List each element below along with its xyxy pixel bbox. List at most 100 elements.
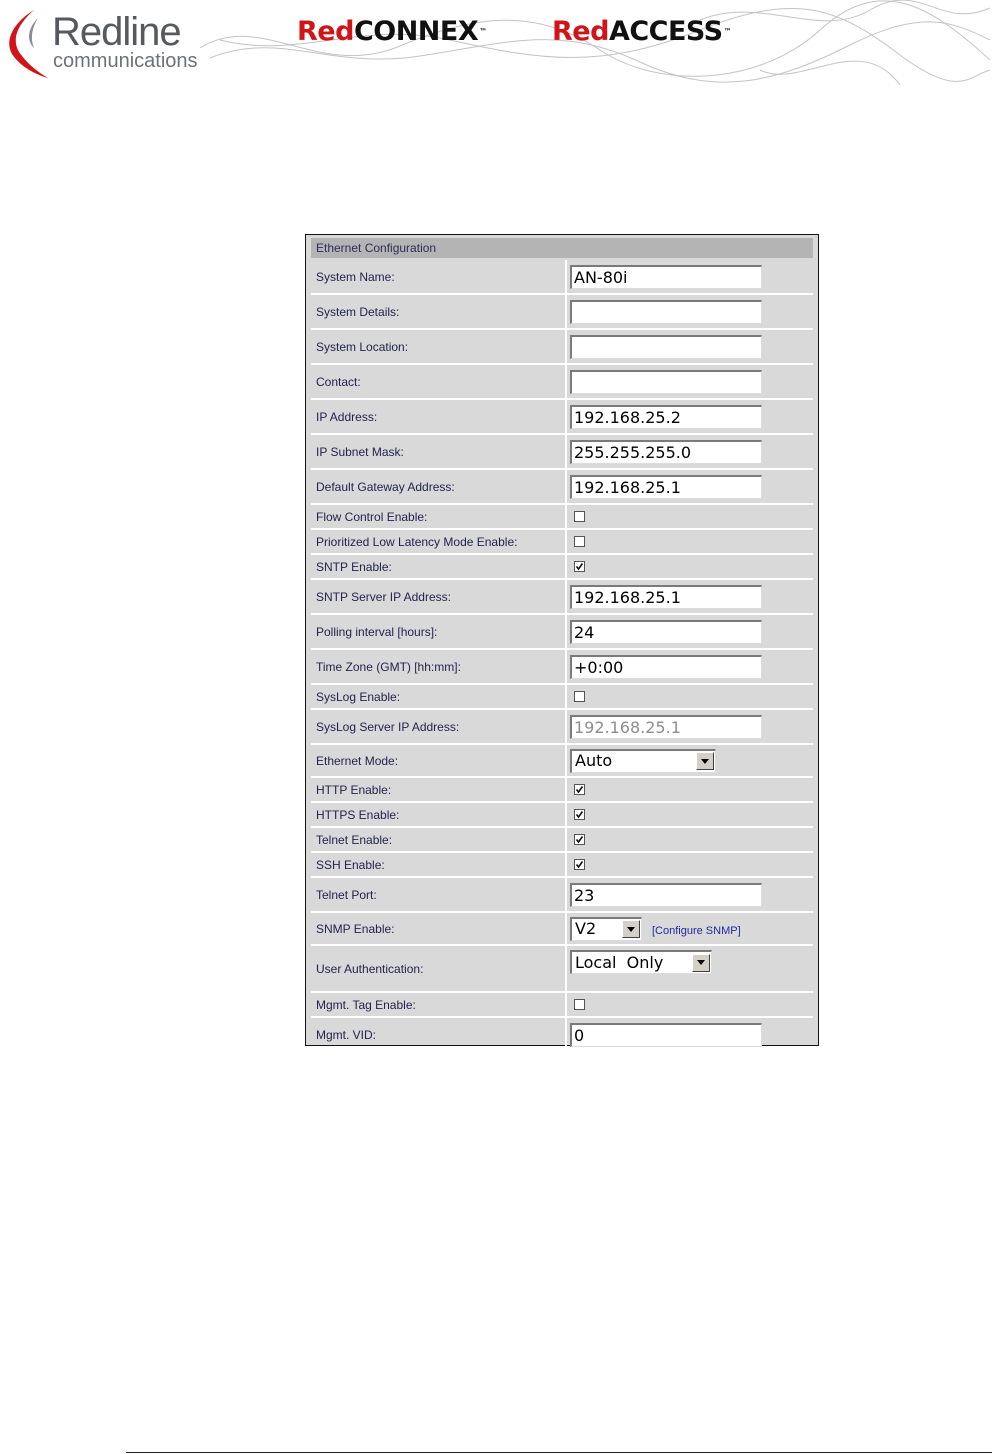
field-value-cell: Local Only bbox=[567, 946, 813, 991]
brand-redconnex-black: CONNEX bbox=[353, 16, 479, 47]
syslog-enable-checkbox[interactable] bbox=[574, 691, 585, 702]
field-value-cell bbox=[567, 505, 813, 528]
dropdown-arrow bbox=[701, 758, 709, 764]
field-label: System Details: bbox=[311, 295, 567, 328]
field-label: SSH Enable: bbox=[311, 853, 567, 876]
field-label: SNTP Enable: bbox=[311, 555, 567, 578]
logo-subtitle: communications bbox=[53, 50, 198, 72]
field-label: HTTPS Enable: bbox=[311, 803, 567, 826]
system-name-input[interactable]: AN-80i bbox=[570, 264, 762, 289]
configure-snmp-link[interactable]: [Configure SNMP] bbox=[652, 921, 741, 937]
user-authentication-dropdown[interactable]: Local Only bbox=[570, 950, 712, 974]
checkmark-icon bbox=[575, 836, 584, 844]
http-enable-checkbox[interactable] bbox=[574, 784, 585, 795]
brand-redaccess-red: Red bbox=[552, 16, 609, 47]
field-label: SNMP Enable: bbox=[311, 913, 567, 944]
field-label: SNTP Server IP Address: bbox=[311, 580, 567, 613]
config-row-default-gateway-address: Default Gateway Address: 192.168.25.1 bbox=[311, 470, 813, 505]
config-row-system-details: System Details: bbox=[311, 295, 813, 330]
field-label: Telnet Enable: bbox=[311, 828, 567, 851]
footer-rule bbox=[126, 1452, 992, 1453]
ip-subnet-mask-input[interactable]: 255.255.255.0 bbox=[570, 439, 762, 464]
sntp-enable-checkbox[interactable] bbox=[574, 561, 585, 572]
logo-wordmark: Redline bbox=[52, 10, 182, 54]
config-row-system-name: System Name: AN-80i bbox=[311, 260, 813, 295]
field-label: SysLog Server IP Address: bbox=[311, 710, 567, 743]
https-enable-checkbox[interactable] bbox=[574, 809, 585, 820]
mgmt-vid-input[interactable]: 0 bbox=[570, 1022, 762, 1047]
chevron-down-icon[interactable] bbox=[696, 752, 714, 770]
brand-redconnex: RedCONNEX™ bbox=[297, 15, 487, 49]
sntp-server-ip-address-input[interactable]: 192.168.25.1 bbox=[570, 584, 762, 609]
system-location-input[interactable] bbox=[570, 334, 762, 359]
config-row-https-enable: HTTPS Enable: bbox=[311, 803, 813, 828]
default-gateway-address-input[interactable]: 192.168.25.1 bbox=[570, 474, 762, 499]
field-value-cell bbox=[567, 803, 813, 826]
field-label: IP Address: bbox=[311, 400, 567, 433]
field-label: Mgmt. Tag Enable: bbox=[311, 993, 567, 1016]
field-value-cell: 192.168.25.1 bbox=[567, 710, 813, 743]
field-value-cell: 192.168.25.1 bbox=[567, 580, 813, 613]
field-value-cell: AN-80i bbox=[567, 260, 813, 293]
field-value-cell bbox=[567, 330, 813, 363]
dropdown-arrow bbox=[697, 960, 705, 965]
checkmark-icon bbox=[575, 563, 584, 571]
time-zone-gmt-hh-mm-input[interactable]: +0:00 bbox=[570, 654, 762, 679]
header-banner: Redline communications RedCONNEX™ RedACC… bbox=[0, 0, 992, 90]
config-row-prioritized-low-latency-mode-enable: Prioritized Low Latency Mode Enable: bbox=[311, 530, 813, 555]
field-value-cell bbox=[567, 555, 813, 578]
ethernet-mode-dropdown[interactable]: Auto bbox=[570, 748, 716, 773]
chevron-down-icon[interactable] bbox=[622, 920, 640, 938]
panel-title: Ethernet Configuration bbox=[311, 238, 813, 258]
config-row-sntp-server-ip-address: SNTP Server IP Address: 192.168.25.1 bbox=[311, 580, 813, 615]
field-label: Mgmt. VID: bbox=[311, 1018, 567, 1051]
config-row-snmp-enable: SNMP Enable: V2 [Configure SNMP] bbox=[311, 913, 813, 946]
ethernet-config-panel: Ethernet Configuration System Name: AN-80… bbox=[305, 234, 819, 1053]
field-label: Time Zone (GMT) [hh:mm]: bbox=[311, 650, 567, 683]
telnet-enable-checkbox[interactable] bbox=[574, 834, 585, 845]
field-label: Polling interval [hours]: bbox=[311, 615, 567, 648]
config-row-mgmt-vid: Mgmt. VID: 0 bbox=[311, 1018, 813, 1053]
checkmark-icon bbox=[575, 786, 584, 794]
config-row-system-location: System Location: bbox=[311, 330, 813, 365]
ip-address-input[interactable]: 192.168.25.2 bbox=[570, 404, 762, 429]
snmp-enable-dropdown[interactable]: V2 bbox=[570, 916, 642, 941]
field-value-cell bbox=[567, 828, 813, 851]
config-row-http-enable: HTTP Enable: bbox=[311, 778, 813, 803]
field-label: Default Gateway Address: bbox=[311, 470, 567, 503]
field-value-cell: 255.255.255.0 bbox=[567, 435, 813, 468]
chevron-down-icon[interactable] bbox=[692, 953, 710, 972]
field-label: Telnet Port: bbox=[311, 878, 567, 911]
field-value-cell: Auto bbox=[567, 745, 813, 776]
brand-redaccess-black: ACCESS bbox=[608, 16, 723, 47]
field-label: SysLog Enable: bbox=[311, 685, 567, 708]
dropdown-selected-value: Local Only bbox=[575, 952, 664, 972]
config-row-syslog-server-ip-address: SysLog Server IP Address: 192.168.25.1 bbox=[311, 710, 813, 745]
telnet-port-input[interactable]: 23 bbox=[570, 882, 762, 907]
polling-interval-hours-input[interactable]: 24 bbox=[570, 619, 762, 644]
flow-control-enable-checkbox[interactable] bbox=[574, 511, 585, 522]
ssh-enable-checkbox[interactable] bbox=[574, 859, 585, 870]
field-value-cell bbox=[567, 993, 813, 1016]
field-label: Ethernet Mode: bbox=[311, 745, 567, 776]
config-row-flow-control-enable: Flow Control Enable: bbox=[311, 505, 813, 530]
field-label: HTTP Enable: bbox=[311, 778, 567, 801]
mgmt-tag-enable-checkbox[interactable] bbox=[574, 999, 585, 1010]
field-label: System Name: bbox=[311, 260, 567, 293]
field-value-cell bbox=[567, 530, 813, 553]
brand-redaccess: RedACCESS™ bbox=[552, 15, 732, 49]
field-value-cell: 192.168.25.2 bbox=[567, 400, 813, 433]
field-value-cell bbox=[567, 778, 813, 801]
field-value-cell: V2 [Configure SNMP] bbox=[567, 913, 813, 944]
dropdown-arrow bbox=[627, 926, 635, 932]
field-label: User Authentication: bbox=[311, 946, 567, 991]
config-row-contact: Contact: bbox=[311, 365, 813, 400]
config-row-sntp-enable: SNTP Enable: bbox=[311, 555, 813, 580]
dropdown-selected-value: V2 bbox=[575, 919, 597, 938]
checkmark-icon bbox=[575, 811, 584, 819]
prioritized-low-latency-mode-enable-checkbox[interactable] bbox=[574, 536, 585, 547]
syslog-server-ip-address-input[interactable]: 192.168.25.1 bbox=[570, 714, 762, 739]
contact-input[interactable] bbox=[570, 369, 762, 394]
system-details-input[interactable] bbox=[570, 299, 762, 324]
config-rows: System Name: AN-80i System Details: System … bbox=[311, 260, 813, 1053]
